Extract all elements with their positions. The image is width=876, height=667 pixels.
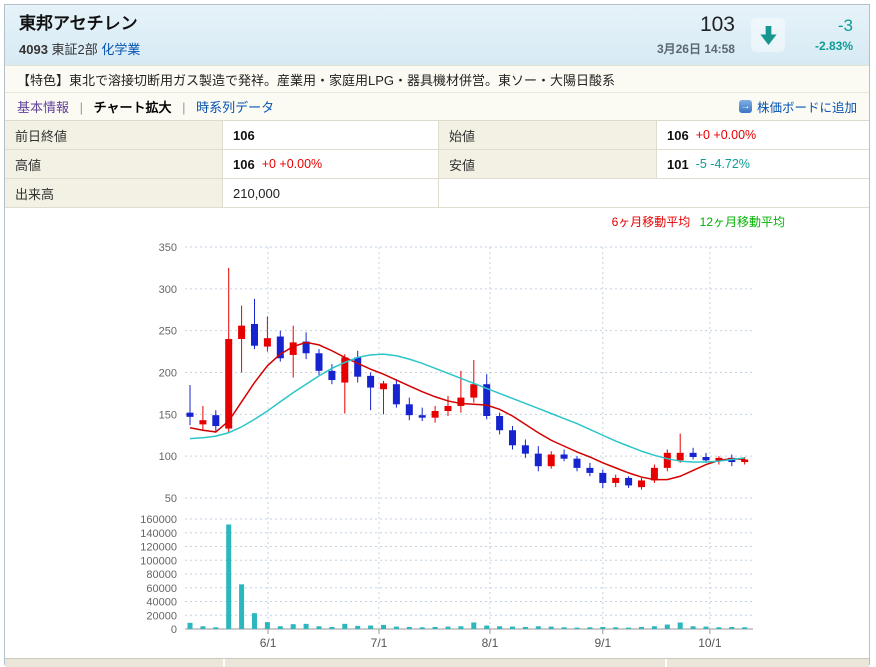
svg-text:6/1: 6/1	[260, 636, 277, 650]
cell-divider	[223, 659, 225, 667]
down-arrow-icon	[759, 25, 778, 46]
svg-text:200: 200	[159, 368, 177, 380]
svg-text:150: 150	[159, 409, 177, 421]
industry-link[interactable]: 化学業	[101, 42, 140, 57]
nav-chart-enlarge[interactable]: チャート拡大	[94, 100, 172, 115]
company-feature-row: 【特色】東北で溶接切断用ガス製造で発祥。産業用・家庭用LPG・器具機材併営。東ソ…	[5, 65, 869, 93]
next-module-cutoff	[5, 658, 869, 667]
svg-text:250: 250	[159, 326, 177, 338]
prev-close-label: 前日終値	[5, 121, 223, 150]
svg-text:0: 0	[171, 624, 177, 636]
svg-text:100: 100	[159, 451, 177, 463]
svg-text:140000: 140000	[140, 528, 177, 540]
price-chart-module: 6ヶ月移動平均 12ヶ月移動平均 35030025020015010050160…	[5, 208, 869, 658]
svg-text:120000: 120000	[140, 542, 177, 554]
current-price: 103	[657, 13, 735, 36]
svg-text:40000: 40000	[146, 597, 177, 609]
svg-text:80000: 80000	[146, 569, 177, 581]
high-value: 106+0 +0.00%	[223, 150, 439, 179]
volume-label: 出来高	[5, 179, 223, 208]
candlestick-volume-chart: 3503002502001501005016000014000012000010…	[5, 208, 871, 658]
nav-time-series[interactable]: 時系列データ	[196, 100, 274, 115]
price-change-percent: -2.83%	[801, 39, 853, 53]
stock-market: 東証2部	[52, 42, 98, 57]
high-label: 高値	[5, 150, 223, 179]
nav-basic-info[interactable]: 基本情報	[17, 100, 69, 115]
low-value: 101-5 -4.72%	[657, 150, 869, 179]
quote-datetime: 3月26日 14:58	[657, 40, 735, 57]
svg-text:60000: 60000	[146, 583, 177, 595]
svg-text:160000: 160000	[140, 514, 177, 526]
svg-text:7/1: 7/1	[371, 636, 388, 650]
quote-table: 前日終値 106 始値 106+0 +0.00% 高値 106+0 +0.00%…	[5, 120, 869, 208]
low-change: -5 -4.72%	[696, 157, 750, 171]
stock-title: 東邦アセチレン	[19, 14, 140, 34]
stock-nav: 基本情報 | チャート拡大 | 時系列データ → 株価ボードに追加	[5, 93, 869, 120]
nav-separator: |	[80, 100, 83, 115]
volume-value: 210,000	[223, 179, 439, 208]
low-label: 安値	[439, 150, 657, 179]
open-label: 始値	[439, 121, 657, 150]
legend-ma12: 12ヶ月移動平均	[700, 215, 785, 229]
nav-separator: |	[182, 100, 185, 115]
high-change: +0 +0.00%	[262, 157, 322, 171]
svg-text:10/1: 10/1	[698, 636, 722, 650]
stock-code: 4093	[19, 42, 48, 57]
stock-detail-page: 東邦アセチレン 4093 東証2部 化学業 103 3月26日 14:58 -3…	[4, 4, 870, 665]
quote-table-empty-cell	[439, 179, 869, 208]
price-direction-badge	[751, 18, 785, 52]
svg-text:300: 300	[159, 284, 177, 296]
svg-text:9/1: 9/1	[594, 636, 611, 650]
prev-close-value: 106	[223, 121, 439, 150]
chart-legend: 6ヶ月移動平均 12ヶ月移動平均	[606, 213, 785, 230]
cell-divider	[665, 659, 667, 667]
arrow-right-badge-icon: →	[739, 100, 752, 113]
open-change: +0 +0.00%	[696, 128, 756, 142]
svg-text:8/1: 8/1	[482, 636, 499, 650]
price-change: -3	[801, 17, 853, 36]
stock-code-line: 4093 東証2部 化学業	[19, 39, 140, 58]
legend-ma6: 6ヶ月移動平均	[612, 215, 691, 229]
stock-header: 東邦アセチレン 4093 東証2部 化学業 103 3月26日 14:58 -3…	[5, 5, 869, 65]
company-feature-text: 【特色】東北で溶接切断用ガス製造で発祥。産業用・家庭用LPG・器具機材併営。東ソ…	[17, 70, 615, 89]
svg-text:20000: 20000	[146, 610, 177, 622]
svg-text:50: 50	[165, 493, 177, 505]
open-value: 106+0 +0.00%	[657, 121, 869, 150]
svg-text:100000: 100000	[140, 555, 177, 567]
add-to-price-board-link[interactable]: 株価ボードに追加	[757, 97, 857, 116]
svg-text:350: 350	[159, 242, 177, 254]
